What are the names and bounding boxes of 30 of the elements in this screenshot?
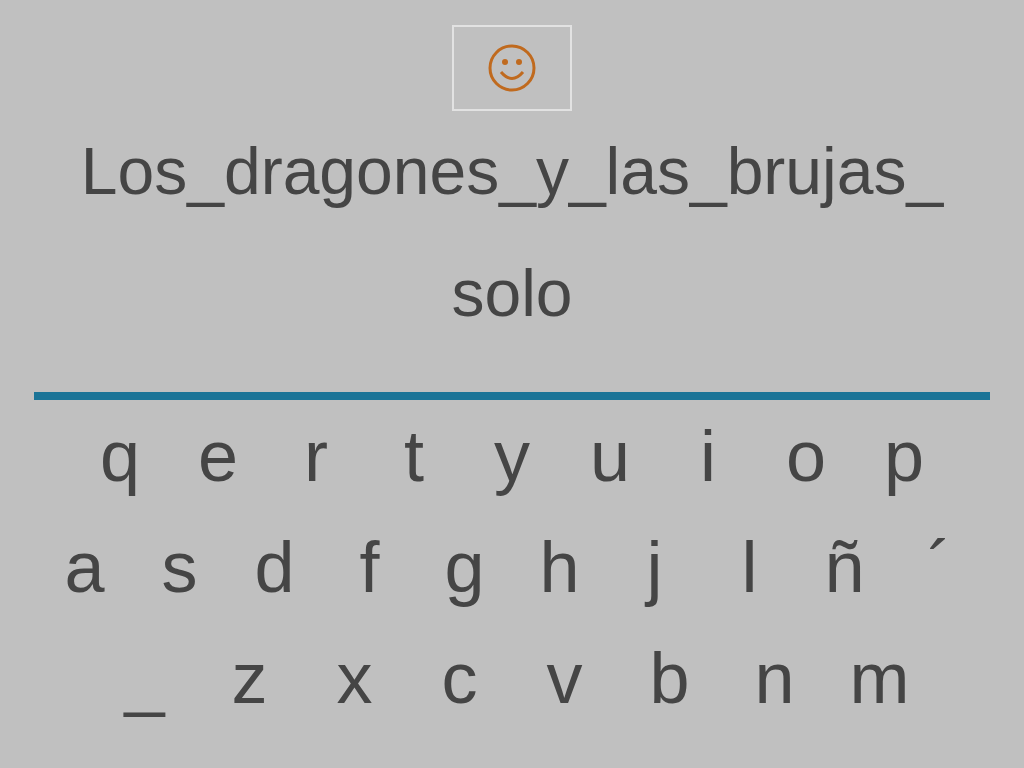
letter-key[interactable]: x [302,627,407,728]
smiley-icon [487,43,537,93]
letter-key[interactable]: h [512,516,607,617]
answer-text: solo [451,255,573,332]
letter-key[interactable]: q [71,405,169,506]
letter-key[interactable]: e [169,405,267,506]
letter-key[interactable]: c [407,627,512,728]
letter-key[interactable]: _ [92,627,197,728]
phrase-text: Los_dragones_y_las_brujas_ [80,133,944,210]
letter-key[interactable]: a [37,516,132,617]
letter-key[interactable]: ´ [892,516,987,617]
letter-key[interactable]: z [197,627,302,728]
letter-key[interactable]: ñ [797,516,892,617]
letter-key[interactable]: b [617,627,722,728]
letter-key[interactable]: r [267,405,365,506]
letter-key[interactable]: i [659,405,757,506]
letter-key[interactable]: y [463,405,561,506]
letter-key[interactable]: d [227,516,322,617]
letter-key[interactable]: g [417,516,512,617]
letter-key[interactable]: v [512,627,617,728]
letter-key[interactable]: f [322,516,417,617]
letter-key[interactable]: o [757,405,855,506]
letter-key[interactable]: u [561,405,659,506]
letter-key[interactable]: l [702,516,797,617]
letter-key[interactable]: p [855,405,953,506]
letter-key[interactable]: j [607,516,702,617]
letter-key[interactable]: t [365,405,463,506]
letter-key[interactable]: m [827,627,932,728]
letter-key[interactable]: n [722,627,827,728]
letter-key[interactable]: s [132,516,227,617]
